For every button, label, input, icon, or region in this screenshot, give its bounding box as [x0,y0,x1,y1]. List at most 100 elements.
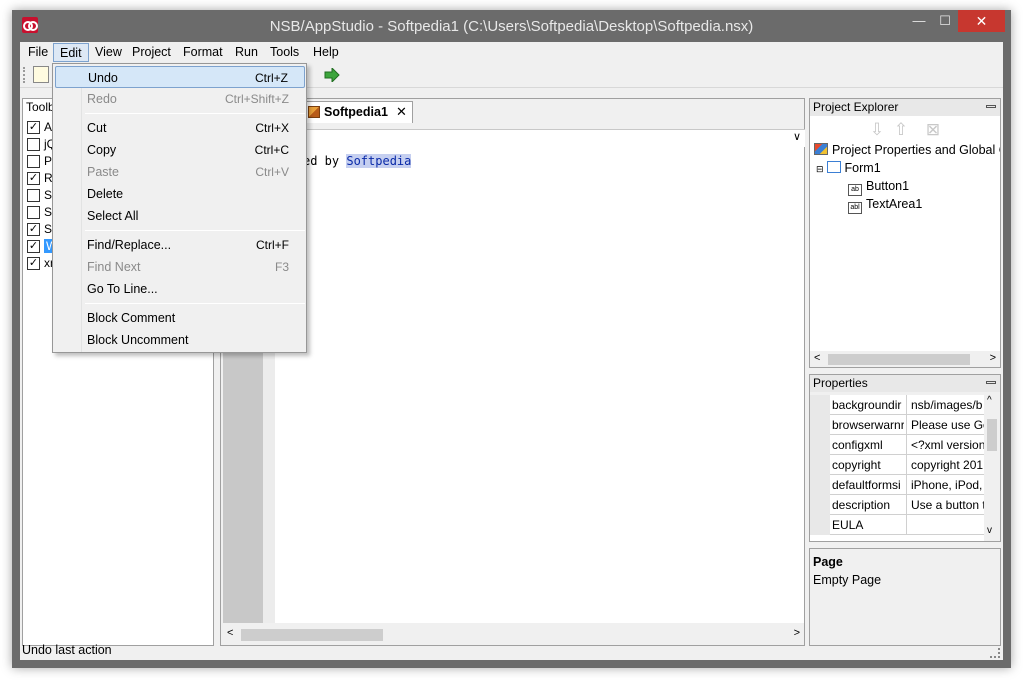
project-cube-icon [308,106,320,118]
tree-item-form1[interactable]: ⊟ Form1 [816,161,881,175]
scroll-thumb[interactable] [987,419,997,451]
menu-item-block-comment[interactable]: Block Comment [55,307,305,329]
property-row[interactable]: browserwarnr Please use Go [810,415,984,435]
collapse-icon[interactable] [986,381,996,384]
property-grid: backgroundir nsb/images/b browserwarnr P… [810,395,1000,541]
menu-view[interactable]: View [89,43,128,62]
resize-grip-icon[interactable] [990,648,1000,658]
menu-item-select-all[interactable]: Select All [55,205,305,227]
menu-item-label: Copy [87,143,117,157]
menu-item-label: Delete [87,187,124,201]
menu-item-copy[interactable]: Copy Ctrl+C [55,139,305,161]
checkbox[interactable]: ✓ [27,223,40,236]
collapse-tree-icon[interactable]: ⊟ [816,164,824,174]
menu-item-find-replace[interactable]: Find/Replace... Ctrl+F [55,234,305,256]
scroll-up-icon[interactable]: ^ [987,395,992,406]
tab-softpedia1[interactable]: Softpedia1 ✕ [303,101,413,123]
property-name: defaultformsi [832,478,901,492]
property-value[interactable]: Please use Go [906,415,984,435]
delete-icon[interactable]: ⊠ [924,120,942,140]
scroll-thumb[interactable] [828,354,970,365]
menu-file[interactable]: File [22,43,54,62]
move-down-icon[interactable]: ⇩ [868,120,886,140]
property-value[interactable] [906,515,984,535]
tab-close-icon[interactable]: ✕ [396,104,407,120]
procedure-selector[interactable]: ∨ [301,129,805,147]
menu-item-undo[interactable]: Undo Ctrl+Z [55,66,305,88]
property-value[interactable]: <?xml version [906,435,984,455]
property-row[interactable]: backgroundir nsb/images/b [810,395,984,415]
checkbox[interactable] [27,138,40,151]
checkbox[interactable]: ✓ [27,240,40,253]
property-row[interactable]: EULA [810,515,984,535]
property-value[interactable]: nsb/images/b [906,395,984,415]
menu-item-label: Redo [87,92,117,106]
explorer-horizontal-scrollbar[interactable]: < > [810,351,1000,367]
tree-item-label: Button1 [866,179,910,193]
property-name: copyright [832,458,881,472]
checkbox[interactable] [27,155,40,168]
property-name: backgroundir [832,398,902,412]
maximize-button[interactable]: ☐ [932,10,958,32]
property-row[interactable]: description Use a button t [810,495,984,515]
menu-item-shortcut: Ctrl+Z [255,71,288,85]
scroll-right-icon[interactable]: > [990,352,996,364]
checkbox[interactable] [27,206,40,219]
menu-project[interactable]: Project [126,43,177,62]
menu-help[interactable]: Help [307,43,345,62]
scroll-down-icon[interactable]: v [987,525,992,536]
menu-item-label: Find Next [87,260,141,274]
menu-item-block-uncomment[interactable]: Block Uncomment [55,329,305,351]
property-name: EULA [832,518,864,532]
tree-item-textarea1[interactable]: abl TextArea1 [848,197,922,214]
checkbox[interactable]: ✓ [27,121,40,134]
menu-item-find-next[interactable]: Find Next F3 [55,256,305,278]
menu-tools[interactable]: Tools [264,43,305,62]
property-value[interactable]: Use a button t [906,495,984,515]
property-value[interactable]: iPhone, iPod, [906,475,984,495]
menu-item-go-to-line[interactable]: Go To Line... [55,278,305,300]
property-row[interactable]: defaultformsi iPhone, iPod, [810,475,984,495]
property-value[interactable]: copyright 201 [906,455,984,475]
property-row[interactable]: copyright copyright 201 [810,455,984,475]
scroll-right-icon[interactable]: > [794,627,800,639]
code-text-area[interactable]: ed by Softpedia [275,147,804,623]
collapse-icon[interactable] [986,105,996,108]
menu-format[interactable]: Format [177,43,229,62]
chevron-down-icon[interactable]: ∨ [793,130,801,143]
project-tree: Project Properties and Global Co ⊟ Form1 … [810,139,1000,351]
tree-item-project-properties[interactable]: Project Properties and Global Co [814,143,1000,157]
properties-vertical-scrollbar[interactable]: ^ v [984,395,1000,541]
menu-item-paste[interactable]: Paste Ctrl+V [55,161,305,183]
description-text: Empty Page [813,573,882,587]
menu-item-label: Select All [87,209,139,223]
property-name: configxml [832,438,883,452]
toolbar-grip[interactable] [23,67,26,83]
run-arrow-icon[interactable] [324,68,340,82]
button-icon: ab [848,184,862,196]
menu-item-delete[interactable]: Delete [55,183,305,205]
code-line[interactable]: ed by Softpedia [303,154,412,168]
menu-item-redo[interactable]: Redo Ctrl+Shift+Z [55,88,305,110]
panel-header: Project Explorer [810,99,1000,116]
scroll-left-icon[interactable]: < [227,627,233,639]
minimize-button[interactable]: — [906,10,932,32]
menu-item-cut[interactable]: Cut Ctrl+X [55,117,305,139]
property-row[interactable]: configxml <?xml version [810,435,984,455]
menu-item-label: Block Comment [87,311,176,325]
menu-item-shortcut: Ctrl+F [256,238,289,252]
title-bar[interactable]: NSB/AppStudio - Softpedia1 (C:\Users\Sof… [12,10,1011,42]
checkbox[interactable] [27,189,40,202]
edit-menu-dropdown: Undo Ctrl+Z Redo Ctrl+Shift+Z Cut Ctrl+X… [52,63,307,353]
checkbox[interactable]: ✓ [27,172,40,185]
move-up-icon[interactable]: ⇧ [892,120,910,140]
new-document-icon[interactable] [33,66,49,83]
scroll-left-icon[interactable]: < [814,352,820,364]
tree-item-button1[interactable]: ab Button1 [848,179,909,196]
menu-run[interactable]: Run [229,43,264,62]
close-button[interactable]: ✕ [958,10,1005,32]
menu-item-label: Find/Replace... [87,238,172,252]
menu-edit[interactable]: Edit [53,43,89,62]
cube-icon [814,143,828,155]
checkbox[interactable]: ✓ [27,257,40,270]
